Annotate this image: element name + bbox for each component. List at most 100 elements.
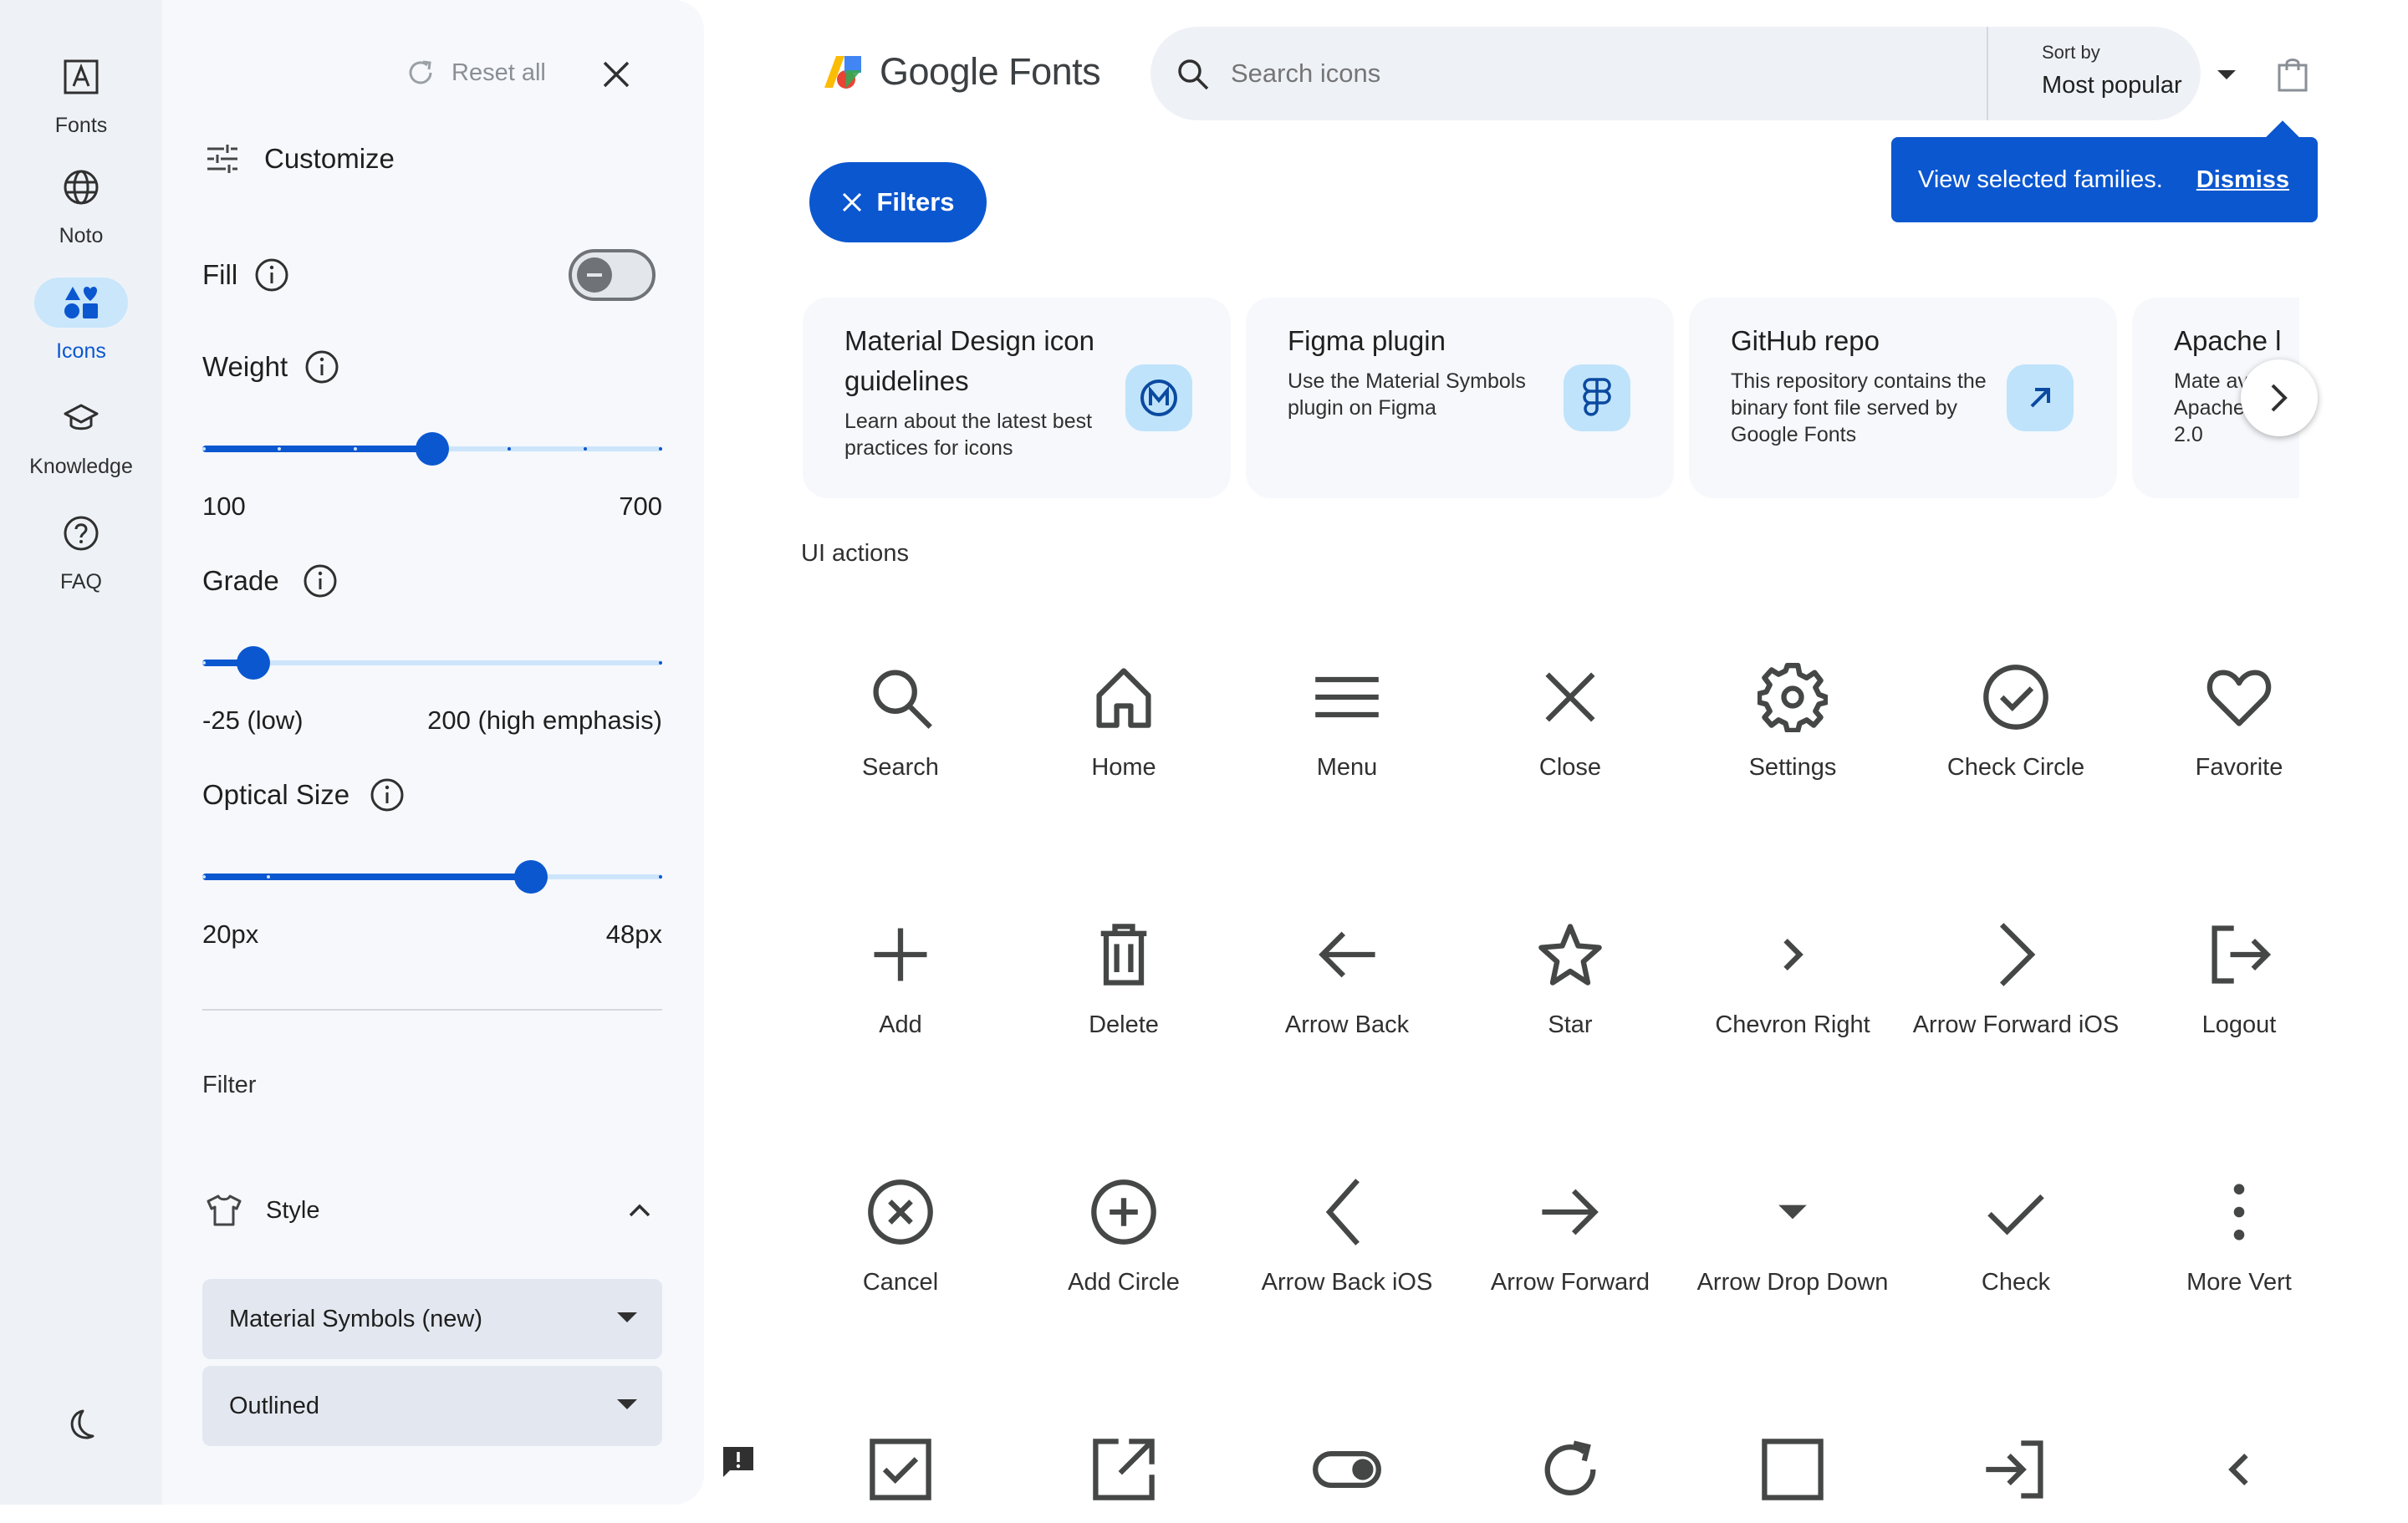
card-body: Use the Material Symbols plugin on Figma [1288,369,1526,420]
rail-item-knowledge[interactable]: Knowledge [0,393,162,479]
style-select[interactable]: Outlined [202,1366,662,1446]
card-guidelines[interactable]: Material Design icon guidelines Learn ab… [803,298,1231,498]
sort-select[interactable]: Sort by Most popular [1987,27,2236,120]
icon-tile[interactable]: Arrow Forward iOS [1905,919,2127,1042]
card-figma[interactable]: Figma plugin Use the Material Symbols pl… [1246,298,1674,498]
icon-tile[interactable] [1236,1434,1458,1523]
slider-tick [659,447,662,451]
navigation-rail: Fonts Noto Icons Knowledge FAQ [0,0,162,1505]
weight-max: 700 [619,492,662,521]
icon-tile[interactable]: Arrow Forward [1459,1177,1681,1299]
icon-tile[interactable]: Delete [1013,919,1235,1042]
optical-size-label: Optical Size [202,779,350,810]
weight-slider[interactable] [202,431,662,466]
icon-tile[interactable]: Search [789,662,1012,784]
info-icon[interactable] [370,777,405,812]
icon-tile[interactable] [1013,1434,1235,1523]
family-select[interactable]: Material Symbols (new) [202,1279,662,1359]
fill-row: Fill [202,257,289,293]
home-icon [1096,668,1151,728]
icon-label: More Vert [2186,1269,2292,1296]
icon-tile[interactable]: Logout [2128,919,2350,1042]
icon-label: Arrow Back iOS [1261,1269,1433,1296]
carousel-next-button[interactable] [2241,359,2318,436]
card-github[interactable]: GitHub repo This repository contains the… [1689,298,2117,498]
theme-toggle-button[interactable] [0,1408,162,1444]
search-input[interactable] [1229,47,1965,100]
icon-tile[interactable]: Add [789,919,1012,1042]
reset-all-button[interactable]: Reset all [405,57,546,89]
filter-label: Filter [202,1072,257,1098]
sort-label: Sort by [2042,42,2100,63]
rail-item-faq[interactable]: FAQ [0,508,162,594]
slider-thumb[interactable] [514,860,548,894]
icon-tile[interactable]: Cancel [789,1177,1012,1299]
icon-tile[interactable]: Arrow Back [1236,919,1458,1042]
info-icon[interactable] [303,563,338,599]
fill-toggle[interactable] [569,249,656,301]
cancel-icon [868,1179,933,1245]
weight-label: Weight [202,351,288,382]
optical-size-slider[interactable] [202,859,662,894]
info-icon[interactable] [304,349,339,385]
material-logo-icon [1125,364,1192,431]
icon-tile[interactable]: Favorite [2128,662,2350,784]
search-icon [1178,59,1209,90]
filters-button[interactable]: Filters [809,162,987,242]
google-fonts-logo[interactable]: Google Fonts [821,50,1101,94]
icon-tile[interactable] [1681,1434,1904,1523]
icon-label: Search [862,754,939,781]
grade-slider[interactable] [202,645,662,680]
section-title: UI actions [801,540,909,567]
style-label: Style [266,1196,320,1224]
filters-label: Filters [876,187,955,216]
icon-tile[interactable]: Close [1459,662,1681,784]
icon-tile[interactable]: Star [1459,919,1681,1042]
globe-icon [64,170,99,205]
dark-mode-icon [70,1409,94,1439]
search-bar: Sort by Most popular [1150,27,2236,120]
icon-tile[interactable]: Check [1905,1177,2127,1299]
style-select-value: Outlined [229,1392,320,1419]
grade-max: 200 (high emphasis) [427,705,662,735]
icon-tile[interactable]: Arrow Back iOS [1236,1177,1458,1299]
figma-icon [1564,364,1630,431]
slider-thumb[interactable] [416,432,449,466]
rail-label: Fonts [54,114,108,137]
card-body: Learn about the latest best practices fo… [844,410,1093,460]
feedback-icon[interactable] [721,1444,756,1480]
icon-tile[interactable]: Check Circle [1905,662,2127,784]
icon-tile[interactable]: More Vert [2128,1177,2350,1299]
icon-tile[interactable] [789,1434,1012,1523]
icon-tile[interactable]: Chevron Right [1681,919,1904,1042]
grade-min: -25 (low) [202,705,304,735]
close-panel-icon[interactable] [602,60,630,89]
icon-tile[interactable] [2128,1434,2350,1523]
toast-text: View selected families. [1918,166,2163,193]
icon-tile[interactable]: Home [1013,662,1235,784]
card-title: Apache l [2174,325,2282,356]
rail-item-icons[interactable]: Icons [0,278,162,364]
icon-label: Cancel [862,1269,939,1296]
slider-thumb[interactable] [237,646,270,680]
card-title: Material Design icon guidelines [844,325,1094,396]
info-icon[interactable] [254,257,289,293]
check-circle-icon [1983,665,2048,730]
dismiss-button[interactable]: Dismiss [2196,166,2289,194]
icon-tile[interactable]: Menu [1236,662,1458,784]
icon-tile[interactable]: Add Circle [1013,1177,1235,1299]
optical-size-row: Optical Size [202,777,405,812]
rail-item-fonts[interactable]: Fonts [0,52,162,138]
rail-item-noto[interactable]: Noto [0,162,162,248]
style-accordion-header[interactable]: Style [206,1194,662,1227]
google-fonts-logo-icon [824,56,861,89]
resource-cards: Material Design icon guidelines Learn ab… [803,298,2299,498]
icon-label: Chevron Right [1715,1011,1870,1038]
icon-tile[interactable]: Settings [1681,662,1904,784]
icon-label: Add [879,1011,922,1038]
icon-tile[interactable] [1459,1434,1681,1523]
shopping-bag-icon[interactable] [2276,57,2309,92]
icon-tile[interactable]: Arrow Drop Down [1681,1177,1904,1299]
star-icon [1538,924,1602,986]
icon-tile[interactable] [1905,1434,2127,1523]
